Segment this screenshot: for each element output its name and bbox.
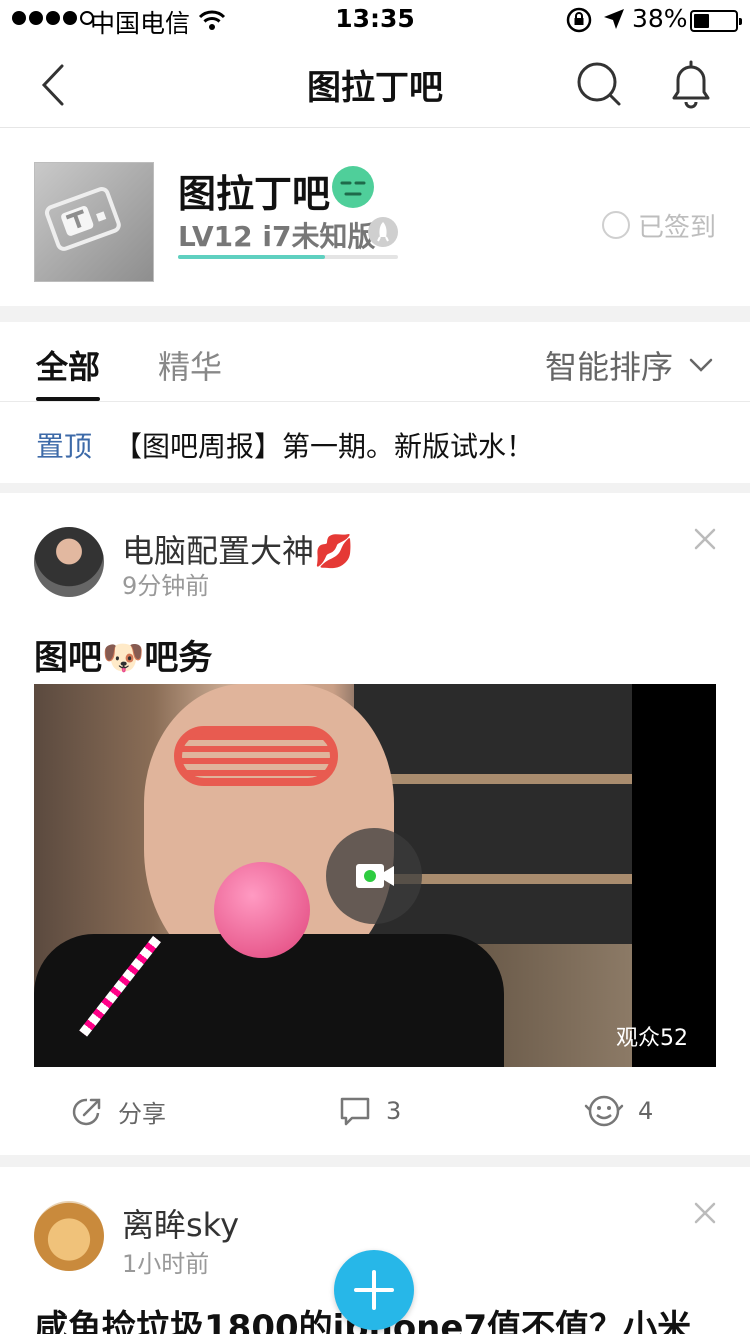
battery-percentage: 38% bbox=[632, 4, 688, 33]
search-icon bbox=[577, 62, 621, 106]
viewer-count: 观众52 bbox=[616, 1026, 688, 1051]
dismiss-post-button[interactable] bbox=[692, 1200, 718, 1226]
forum-name: 图拉丁吧 bbox=[178, 172, 331, 216]
forum-level: LV12 i7未知版 bbox=[178, 220, 376, 253]
pinned-tag: 置顶 bbox=[36, 430, 93, 463]
video-camera-icon bbox=[356, 864, 394, 888]
page-title: 图拉丁吧 bbox=[307, 68, 443, 108]
navigation-bar: 图拉丁吧 bbox=[0, 40, 750, 128]
section-divider bbox=[0, 306, 750, 322]
section-divider bbox=[0, 1155, 750, 1167]
comment-icon bbox=[340, 1097, 370, 1126]
forum-avatar[interactable] bbox=[34, 162, 154, 282]
status-bar: 中国电信 13:35 38% bbox=[0, 0, 750, 40]
forum-header: 图拉丁吧 LV12 i7未知版 已签到 bbox=[0, 129, 750, 306]
sunglasses-sticker bbox=[174, 726, 338, 786]
live-video-button[interactable] bbox=[326, 828, 422, 924]
post-time: 1小时前 bbox=[122, 1250, 210, 1278]
signed-in-badge[interactable]: 已签到 bbox=[602, 208, 717, 243]
sign-in-icon bbox=[602, 211, 630, 239]
tab-featured[interactable]: 精华 bbox=[158, 342, 222, 388]
chevron-down-icon bbox=[689, 358, 713, 372]
like-count: 4 bbox=[638, 1097, 654, 1125]
pinned-title: 【图吧周报】第一期。新版试水！ bbox=[114, 430, 535, 463]
plus-icon bbox=[354, 1270, 394, 1310]
post-time: 9分钟前 bbox=[122, 572, 210, 600]
sort-dropdown[interactable]: 智能排序 bbox=[545, 342, 713, 388]
sort-label: 智能排序 bbox=[545, 348, 674, 386]
post-title[interactable]: 图吧🐶吧务 bbox=[34, 630, 212, 679]
search-button[interactable] bbox=[573, 58, 625, 110]
battery-icon bbox=[690, 10, 742, 32]
pinned-post[interactable]: 置顶 【图吧周报】第一期。新版试水！ bbox=[0, 403, 750, 483]
share-icon bbox=[72, 1098, 101, 1125]
new-post-button[interactable] bbox=[334, 1250, 414, 1330]
notifications-button[interactable] bbox=[664, 56, 718, 110]
orientation-lock-icon bbox=[566, 7, 592, 40]
like-face-icon bbox=[584, 1095, 624, 1127]
dismiss-post-button[interactable] bbox=[692, 526, 718, 552]
emoji-badge-icon bbox=[332, 166, 374, 208]
share-label: 分享 bbox=[118, 1100, 166, 1128]
location-arrow-icon bbox=[602, 7, 626, 38]
lollipop-sticker bbox=[214, 862, 310, 958]
avatar[interactable] bbox=[34, 527, 104, 597]
tab-all[interactable]: 全部 bbox=[36, 342, 100, 388]
close-icon bbox=[694, 1202, 716, 1224]
close-icon bbox=[694, 528, 716, 550]
bell-icon bbox=[672, 60, 710, 109]
share-button[interactable]: 分享 bbox=[70, 1094, 166, 1129]
post-tabs: 全部 精华 智能排序 bbox=[0, 322, 750, 402]
comment-count: 3 bbox=[386, 1097, 402, 1125]
like-button[interactable]: 4 bbox=[584, 1094, 653, 1128]
comment-button[interactable]: 3 bbox=[338, 1094, 401, 1128]
video-thumbnail[interactable]: 观众52 bbox=[34, 684, 716, 1067]
rocket-icon bbox=[368, 217, 398, 247]
avatar[interactable] bbox=[34, 1201, 104, 1271]
post-author[interactable]: 离眸sky bbox=[122, 1200, 239, 1246]
active-tab-indicator bbox=[36, 397, 100, 401]
signed-in-label: 已签到 bbox=[638, 212, 717, 243]
forum-logo-icon bbox=[44, 186, 121, 251]
level-progress-bar bbox=[178, 255, 398, 259]
section-divider bbox=[0, 483, 750, 493]
